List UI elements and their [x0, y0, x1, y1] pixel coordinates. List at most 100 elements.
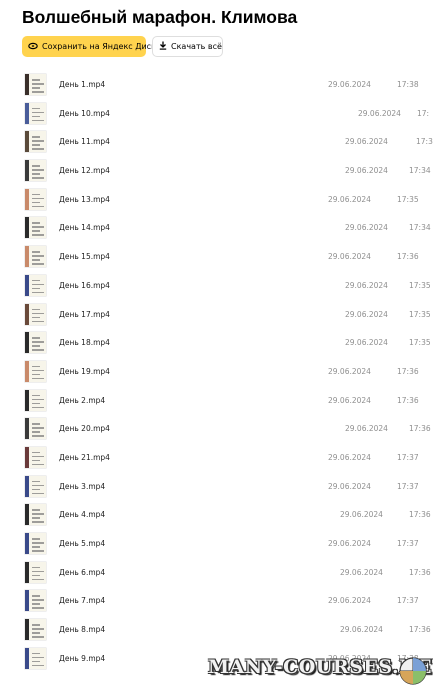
- file-row[interactable]: День 21.mp4 29.06.2024 17:37: [0, 443, 433, 472]
- video-thumbnail: [25, 590, 46, 612]
- file-time: 17:35: [416, 137, 433, 147]
- file-date: 29.06.2024: [328, 194, 371, 204]
- file-row[interactable]: День 10.mp4 29.06.2024 17:: [0, 99, 433, 128]
- file-name[interactable]: День 5.mp4: [59, 539, 105, 548]
- file-row[interactable]: День 14.mp4 29.06.2024 17:34: [0, 213, 433, 242]
- file-time: 17:34: [409, 166, 431, 176]
- file-time: 17:: [417, 108, 430, 118]
- file-date: 29.06.2024: [358, 108, 401, 118]
- video-thumbnail: [25, 217, 46, 239]
- file-row[interactable]: День 6.mp4 29.06.2024 17:36: [0, 558, 433, 587]
- file-date: 29.06.2024: [345, 424, 388, 434]
- file-name[interactable]: День 6.mp4: [59, 568, 105, 577]
- file-date: 29.06.2024: [345, 280, 388, 290]
- file-name[interactable]: День 1.mp4: [59, 80, 105, 89]
- file-row[interactable]: День 3.mp4 29.06.2024 17:37: [0, 472, 433, 501]
- file-time: 17:38: [397, 80, 419, 89]
- file-row[interactable]: День 2.mp4 29.06.2024 17:36: [0, 386, 433, 415]
- file-time: 17:36: [397, 252, 419, 262]
- file-date: 29.06.2024: [328, 452, 371, 462]
- video-thumbnail: [25, 475, 46, 497]
- file-name[interactable]: День 13.mp4: [59, 195, 110, 204]
- video-thumbnail: [25, 160, 46, 182]
- file-name[interactable]: День 9.mp4: [59, 654, 105, 663]
- video-thumbnail: [25, 533, 46, 554]
- file-row[interactable]: День 5.mp4 29.06.2024 17:37: [0, 529, 433, 558]
- file-row[interactable]: День 17.mp4 29.06.2024 17:35: [0, 300, 433, 329]
- save-to-disk-button[interactable]: Сохранить на Яндекс Диск: [22, 36, 156, 57]
- file-name[interactable]: День 14.mp4: [59, 223, 110, 232]
- video-thumbnail: [25, 418, 46, 440]
- file-date: 29.06.2024: [340, 567, 383, 577]
- file-time: 17:37: [397, 539, 419, 548]
- file-date: 29.06.2024: [340, 510, 383, 520]
- file-row[interactable]: День 16.mp4 29.06.2024 17:35: [0, 271, 433, 300]
- file-date: 29.06.2024: [345, 137, 388, 147]
- file-name[interactable]: День 17.mp4: [59, 310, 110, 319]
- save-button-label: Сохранить на Яндекс Диск: [42, 42, 156, 51]
- file-time: 17:34: [409, 223, 431, 233]
- file-name[interactable]: День 10.mp4: [59, 109, 110, 118]
- file-date: 29.06.2024: [328, 481, 371, 491]
- file-row[interactable]: День 18.mp4 29.06.2024 17:35: [0, 328, 433, 357]
- file-date: 29.06.2024: [328, 539, 371, 548]
- video-thumbnail: [25, 274, 46, 296]
- download-all-button[interactable]: Скачать всё: [152, 36, 223, 57]
- file-list: День 1.mp4 29.06.2024 17:38 День 10.mp4 29.0…: [0, 70, 433, 672]
- file-name[interactable]: День 3.mp4: [59, 482, 105, 491]
- file-date: 29.06.2024: [340, 625, 383, 635]
- file-row[interactable]: День 11.mp4 29.06.2024 17:35: [0, 127, 433, 156]
- video-thumbnail: [25, 360, 46, 382]
- file-name[interactable]: День 11.mp4: [59, 137, 110, 146]
- watermark: MANY-COURSES.NET: [208, 650, 433, 694]
- video-thumbnail: [25, 188, 46, 210]
- file-name[interactable]: День 19.mp4: [59, 367, 110, 376]
- file-time: 17:37: [397, 596, 419, 606]
- file-time: 17:35: [409, 309, 431, 319]
- file-time: 17:36: [409, 510, 431, 520]
- file-name[interactable]: День 18.mp4: [59, 338, 110, 347]
- file-row[interactable]: День 4.mp4 29.06.2024 17:36: [0, 500, 433, 529]
- file-name[interactable]: День 21.mp4: [59, 453, 110, 462]
- download-icon: [159, 41, 167, 52]
- file-row[interactable]: День 20.mp4 29.06.2024 17:36: [0, 414, 433, 443]
- file-row[interactable]: День 19.mp4 29.06.2024 17:36: [0, 357, 433, 386]
- file-name[interactable]: День 7.mp4: [59, 596, 105, 605]
- file-time: 17:36: [409, 625, 431, 635]
- video-thumbnail: [25, 303, 46, 325]
- file-name[interactable]: День 20.mp4: [59, 424, 110, 433]
- file-date: 29.06.2024: [328, 395, 371, 405]
- file-date: 29.06.2024: [345, 166, 388, 176]
- video-thumbnail: [25, 504, 46, 526]
- file-time: 17:37: [397, 452, 419, 462]
- video-thumbnail: [25, 647, 46, 669]
- file-date: 29.06.2024: [328, 366, 371, 376]
- page-title: Волшебный марафон. Климова: [22, 7, 298, 27]
- file-time: 17:36: [409, 424, 431, 434]
- file-row[interactable]: День 15.mp4 29.06.2024 17:36: [0, 242, 433, 271]
- file-row[interactable]: День 8.mp4 29.06.2024 17:36: [0, 615, 433, 644]
- file-name[interactable]: День 16.mp4: [59, 281, 110, 290]
- file-time: 17:37: [397, 481, 419, 491]
- video-thumbnail: [25, 446, 46, 468]
- video-thumbnail: [25, 131, 46, 153]
- file-name[interactable]: День 15.mp4: [59, 252, 110, 261]
- file-row[interactable]: День 7.mp4 29.06.2024 17:37: [0, 586, 433, 615]
- file-date: 29.06.2024: [328, 80, 371, 89]
- file-name[interactable]: День 4.mp4: [59, 510, 105, 519]
- file-date: 29.06.2024: [345, 309, 388, 319]
- file-time: 17:36: [409, 567, 431, 577]
- download-button-label: Скачать всё: [171, 42, 222, 51]
- file-time: 17:35: [409, 280, 431, 290]
- disk-icon: [28, 42, 38, 52]
- file-row[interactable]: День 13.mp4 29.06.2024 17:35: [0, 185, 433, 214]
- video-thumbnail: [25, 102, 46, 124]
- file-row[interactable]: День 1.mp4 29.06.2024 17:38: [0, 70, 433, 99]
- file-name[interactable]: День 12.mp4: [59, 166, 110, 175]
- file-name[interactable]: День 8.mp4: [59, 625, 105, 634]
- file-date: 29.06.2024: [328, 596, 371, 606]
- file-name[interactable]: День 2.mp4: [59, 396, 105, 405]
- watermark-logo-icon: [399, 657, 427, 685]
- file-row[interactable]: День 12.mp4 29.06.2024 17:34: [0, 156, 433, 185]
- video-thumbnail: [25, 74, 46, 95]
